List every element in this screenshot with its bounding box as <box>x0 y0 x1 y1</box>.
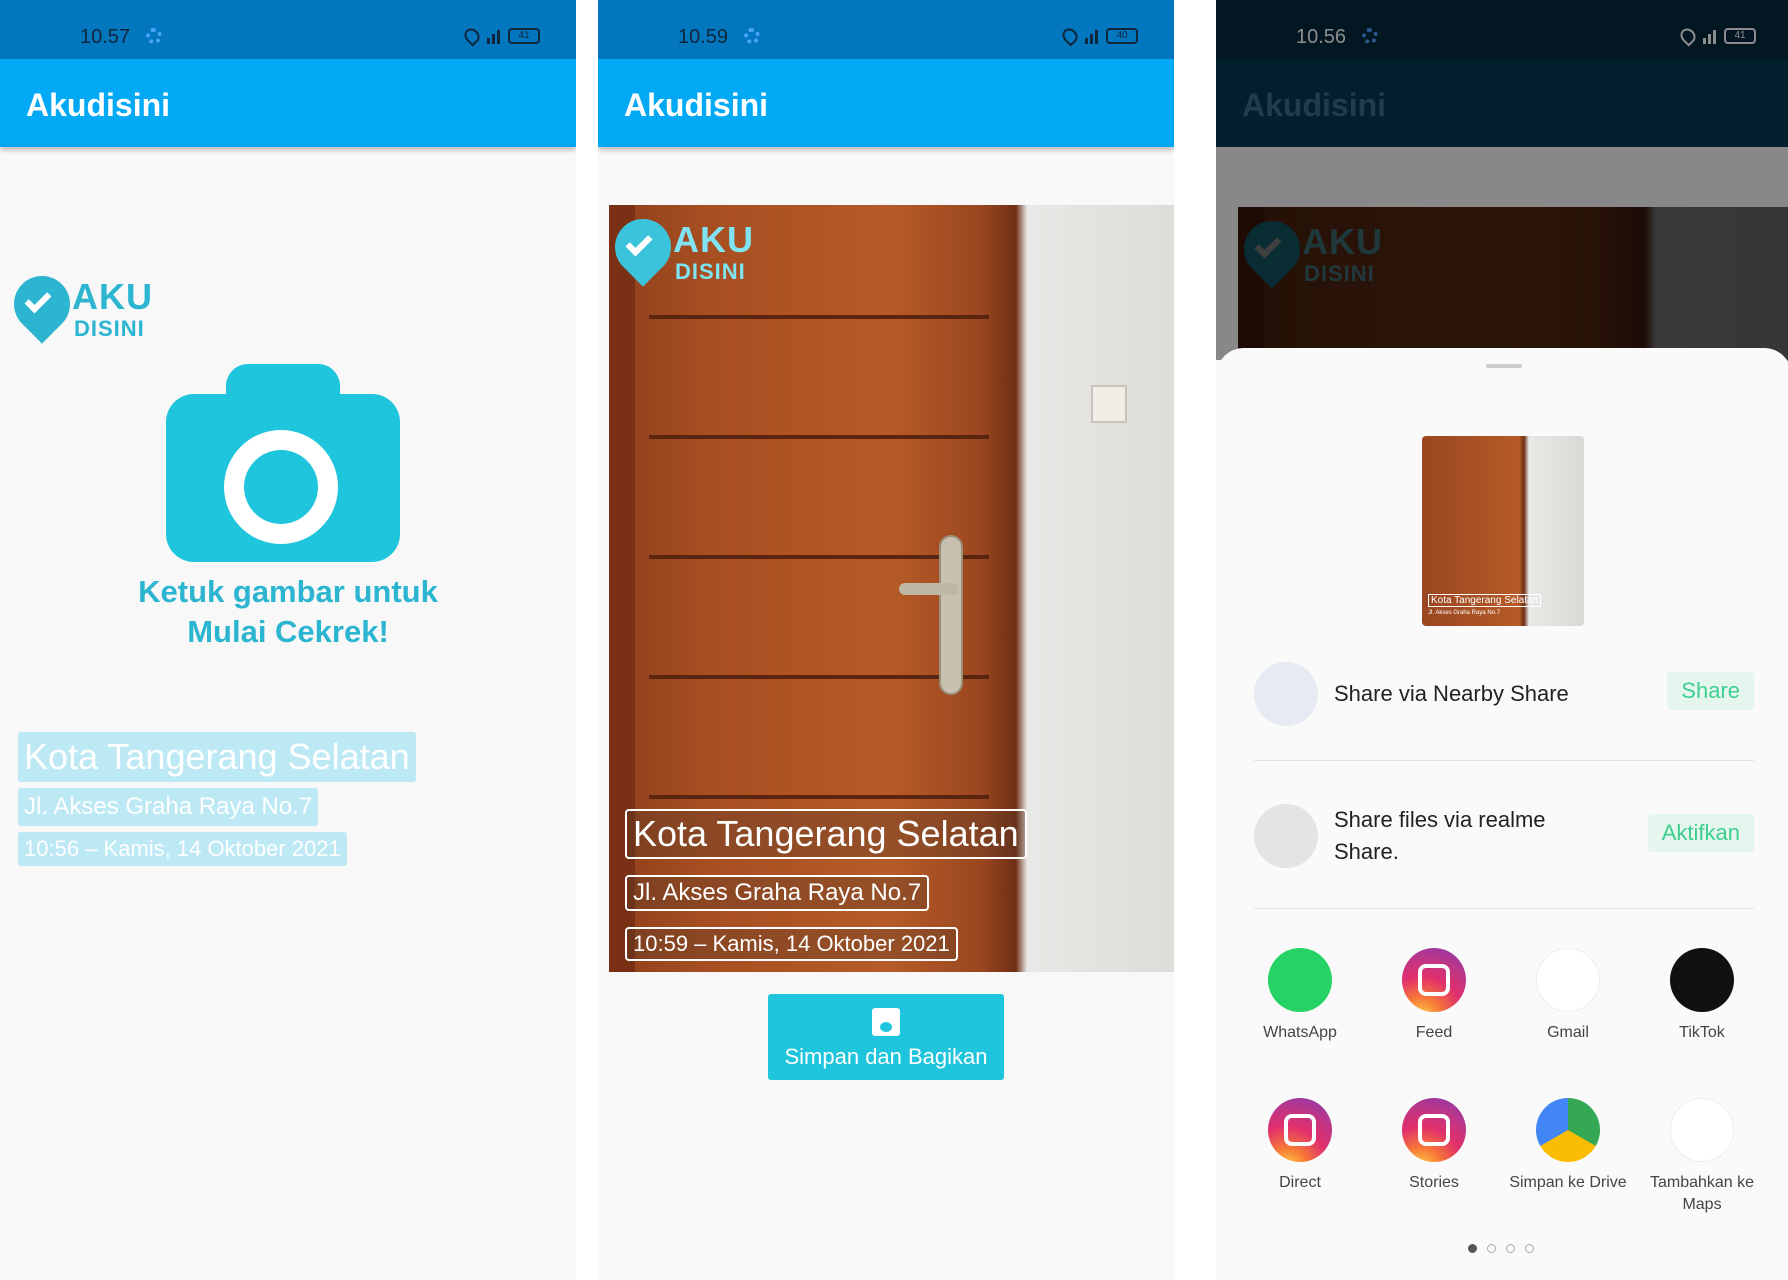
photo-caption-city: Kota Tangerang Selatan <box>625 809 1027 859</box>
app-label: Stories <box>1409 1174 1459 1191</box>
save-and-share-label: Simpan dan Bagikan <box>784 1044 988 1069</box>
app-label: Feed <box>1415 1024 1453 1041</box>
door-handle-image <box>939 535 963 695</box>
app-label: WhatsApp <box>1263 1024 1337 1041</box>
share-app-stories[interactable]: Stories <box>1374 1098 1494 1194</box>
logo-text-aku: AKU <box>72 276 153 317</box>
camera-button[interactable] <box>166 364 400 562</box>
thumb-caption-street: Jl. Akses Graha Raya No.7 <box>1428 610 1501 616</box>
nearby-share-icon <box>1254 662 1318 726</box>
tiktok-icon <box>1670 948 1734 1012</box>
page-indicator <box>1468 1244 1534 1253</box>
page-dot[interactable] <box>1506 1244 1515 1253</box>
thumb-caption: Kota Tangerang Selatan <box>1428 594 1542 607</box>
share-app-gmail[interactable]: Gmail <box>1508 948 1628 1044</box>
share-app-direct[interactable]: Direct <box>1240 1098 1360 1194</box>
signal-icon <box>487 28 500 44</box>
app-bar: Akudisini <box>598 59 1174 147</box>
logo-text-disini: DISINI <box>675 259 746 284</box>
tap-instruction-line2: Mulai Cekrek! <box>187 614 389 649</box>
location-city: Kota Tangerang Selatan <box>18 732 416 782</box>
light-switch-image <box>1091 385 1127 423</box>
photo-caption-datetime: 10:59 – Kamis, 14 Oktober 2021 <box>625 927 958 961</box>
status-time: 10.57 <box>80 26 131 48</box>
status-time: 10.59 <box>678 26 729 48</box>
instagram-icon <box>1402 948 1466 1012</box>
app-label: TikTok <box>1679 1024 1725 1041</box>
whatsapp-icon <box>1268 948 1332 1012</box>
app-label: Direct <box>1279 1174 1321 1191</box>
settings-gear-icon <box>744 28 760 44</box>
save-icon <box>872 1008 900 1036</box>
page-dot[interactable] <box>1487 1244 1496 1253</box>
nearby-share-button[interactable]: Share <box>1667 672 1754 710</box>
maps-icon <box>1670 1098 1734 1162</box>
app-label: Gmail <box>1547 1024 1589 1041</box>
battery-icon: 41 <box>508 28 540 44</box>
share-app-maps[interactable]: Tambahkan ke Maps <box>1642 1098 1762 1216</box>
logo-text-aku: AKU <box>673 219 754 260</box>
status-bar: 10.57 41 <box>0 0 576 59</box>
location-street: Jl. Akses Graha Raya No.7 <box>18 788 319 826</box>
settings-gear-icon <box>146 28 162 44</box>
drag-handle[interactable] <box>1486 364 1522 368</box>
tap-instruction-line1: Ketuk gambar untuk <box>138 574 438 609</box>
realme-share-row[interactable]: Share files via realme Share. Aktifkan <box>1254 804 1754 868</box>
page-dot[interactable] <box>1525 1244 1534 1253</box>
share-sheet: Kota Tangerang Selatan Jl. Akses Graha R… <box>1216 348 1788 1280</box>
status-bar: 10.59 40 <box>598 0 1174 59</box>
realme-share-line1: Share files via realme <box>1334 807 1546 832</box>
location-icon <box>1059 25 1081 47</box>
nearby-share-row[interactable]: Share via Nearby Share Share <box>1254 662 1754 726</box>
app-label: Simpan ke Drive <box>1509 1174 1627 1191</box>
share-app-feed[interactable]: Feed <box>1374 948 1494 1044</box>
share-app-drive[interactable]: Simpan ke Drive <box>1508 1098 1628 1194</box>
logo-text-disini: DISINI <box>74 316 145 341</box>
captured-photo: AKU DISINI Kota Tangerang Selatan Jl. Ak… <box>609 205 1174 972</box>
nearby-share-label: Share via Nearby Share <box>1334 681 1569 706</box>
scrim[interactable] <box>1216 0 1788 360</box>
app-title: Akudisini <box>624 87 769 123</box>
instagram-icon <box>1402 1098 1466 1162</box>
photo-caption-street: Jl. Akses Graha Raya No.7 <box>625 875 930 911</box>
signal-icon <box>1085 28 1098 44</box>
realme-share-icon <box>1254 804 1318 868</box>
share-thumbnail: Kota Tangerang Selatan Jl. Akses Graha R… <box>1422 436 1584 626</box>
share-app-whatsapp[interactable]: WhatsApp <box>1240 948 1360 1044</box>
screen-photo-preview: 10.59 40 Akudisini AKU DISINI Kota Tange… <box>598 0 1174 1280</box>
share-app-tiktok[interactable]: TikTok <box>1642 948 1762 1044</box>
drive-icon <box>1536 1098 1600 1162</box>
location-datetime: 10:56 – Kamis, 14 Oktober 2021 <box>18 832 347 866</box>
location-icon <box>461 25 483 47</box>
realme-activate-button[interactable]: Aktifkan <box>1647 814 1754 852</box>
app-bar: Akudisini <box>0 59 576 147</box>
screen-share-sheet: 10.56 41 Akudisini AKU DISINI Kota Tange… <box>1216 0 1788 1280</box>
page-dot[interactable] <box>1468 1244 1477 1253</box>
battery-icon: 40 <box>1106 28 1138 44</box>
instagram-icon <box>1268 1098 1332 1162</box>
realme-share-line2: Share. <box>1334 839 1399 864</box>
gmail-icon <box>1536 948 1600 1012</box>
screen-camera-start: 10.57 41 Akudisini AKU DISINI Ketuk gamb… <box>0 0 576 1280</box>
save-and-share-button[interactable]: Simpan dan Bagikan <box>768 994 1004 1080</box>
app-title: Akudisini <box>26 87 171 123</box>
app-label: Tambahkan ke Maps <box>1649 1174 1755 1213</box>
